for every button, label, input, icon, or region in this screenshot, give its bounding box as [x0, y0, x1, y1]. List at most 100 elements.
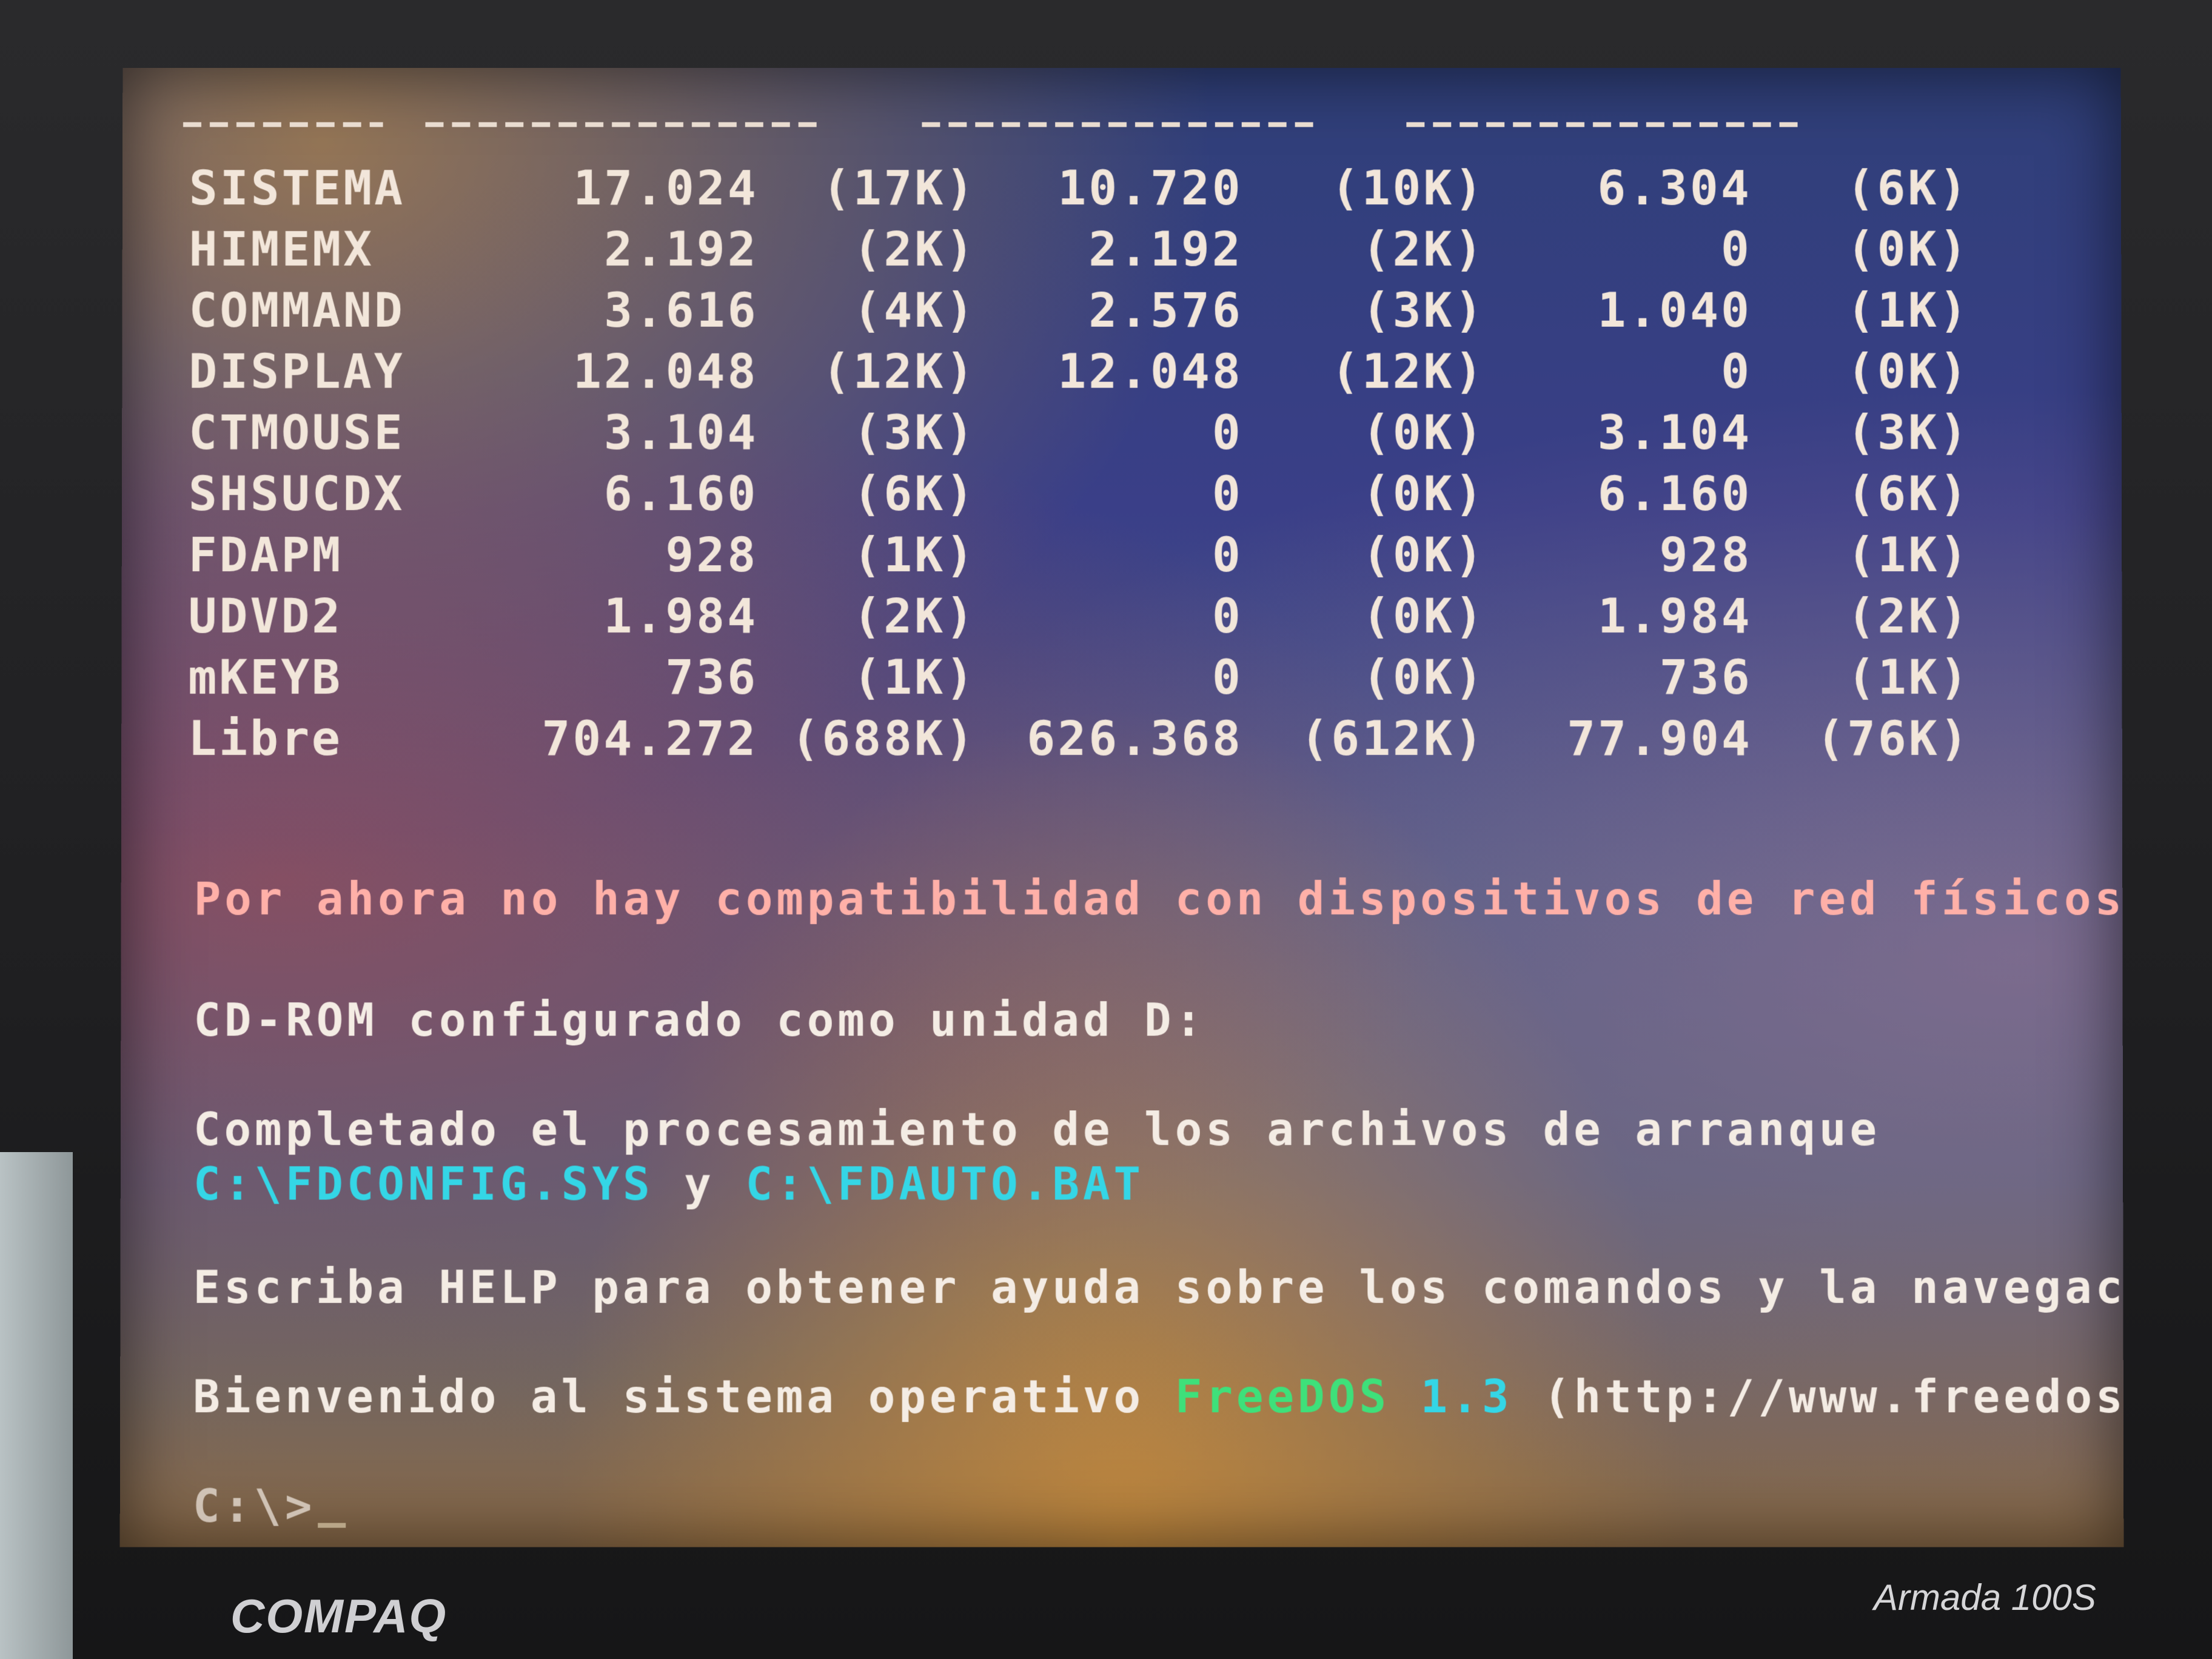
config-file-path: C:\FDCONFIG.SYS [193, 1158, 654, 1211]
memory-value-total-k: (12K) [822, 344, 977, 400]
memory-value-total: 3.104 [603, 406, 759, 461]
program-name: mKEYB [188, 651, 343, 706]
dos-terminal: SISTEMA 17.024 (17K) 10.720 (10K) 6.304 (6K) HI… [120, 68, 2124, 1547]
table-separator [1406, 122, 1806, 127]
memory-value-total-k: (4K) [853, 283, 977, 338]
memory-value-conv: 12.048 [1057, 344, 1243, 400]
memory-value-conv-k: (612K) [1300, 712, 1486, 767]
table-row: Libre 704.272 (688K) 626.368 (612K) 77.904 (76… [121, 712, 2122, 773]
auto-file-path: C:\FDAUTO.BAT [745, 1158, 1145, 1211]
table-row: mKEYB 736 (1K) 0 (0K) 736 (1K) [121, 651, 2122, 711]
memory-value-conv: 2.576 [1088, 283, 1243, 338]
program-name: COMMAND [189, 283, 405, 338]
memory-value-total-k: (1K) [853, 528, 977, 583]
memory-value-total-k: (2K) [853, 223, 977, 277]
memory-value-total: 6.160 [603, 467, 759, 522]
memory-value-total: 12.048 [572, 344, 759, 400]
text-cursor [318, 1523, 346, 1528]
welcome-prefix: Bienvenido al sistema operativo [193, 1370, 1175, 1424]
table-separator [183, 122, 383, 127]
memory-value-total-k: (6K) [853, 467, 977, 522]
memory-value-upper-k: (1K) [1846, 283, 1970, 338]
memory-value-conv: 0 [1212, 589, 1243, 645]
model-label: Armada 100S [1874, 1577, 2096, 1618]
freedos-version: 1.3 [1390, 1370, 1513, 1424]
table-row: FDAPM 928 (1K) 0 (0K) 928 (1K) [122, 528, 2122, 589]
memory-value-total-k: (1K) [853, 651, 977, 706]
memory-value-upper: 3.104 [1597, 406, 1752, 461]
table-separator [425, 122, 825, 127]
memory-value-upper-k: (1K) [1846, 651, 1971, 706]
program-name: UDVD2 [188, 589, 343, 645]
memory-value-upper-k: (1K) [1846, 528, 1971, 583]
memory-value-conv-k: (10K) [1330, 161, 1486, 216]
table-row: HIMEMX 2.192 (2K) 2.192 (2K) 0 (0K) [122, 223, 2122, 283]
program-name: Libre [188, 712, 343, 767]
memory-value-total: 3.616 [603, 283, 759, 338]
table-row: UDVD2 1.984 (2K) 0 (0K) 1.984 (2K) [121, 589, 2122, 650]
memory-value-upper: 1.040 [1597, 283, 1752, 338]
memory-value-upper: 736 [1659, 651, 1752, 706]
memory-value-total-k: (688K) [791, 712, 977, 767]
memory-value-upper: 0 [1720, 223, 1752, 277]
command-prompt[interactable]: C:\> [192, 1480, 346, 1533]
memory-value-upper-k: (2K) [1846, 589, 1971, 645]
memory-value-total-k: (2K) [853, 589, 977, 645]
memory-value-upper: 6.304 [1597, 161, 1752, 216]
config-files-line: C:\FDCONFIG.SYS y C:\FDAUTO.BAT [193, 1158, 1144, 1210]
memory-value-conv: 0 [1212, 406, 1243, 461]
program-name: SISTEMA [189, 161, 406, 216]
memory-value-conv: 0 [1212, 528, 1243, 583]
memory-value-upper: 928 [1659, 528, 1752, 583]
freedos-url: (http://www.freedos.org) [1543, 1370, 2124, 1424]
network-message: Por ahora no hay compatibilidad con disp… [193, 873, 2124, 926]
table-row: COMMAND 3.616 (4K) 2.576 (3K) 1.040 (1K) [122, 284, 2121, 344]
cdrom-message: CD-ROM configurado como unidad D: [193, 994, 1206, 1047]
memory-value-total: 1.984 [603, 589, 759, 645]
program-name: CTMOUSE [189, 406, 405, 461]
program-name: HIMEMX [189, 223, 375, 277]
memory-value-conv-k: (2K) [1361, 223, 1486, 277]
memory-value-conv-k: (0K) [1361, 406, 1486, 461]
program-name: FDAPM [188, 528, 343, 583]
table-row: CTMOUSE 3.104 (3K) 0 (0K) 3.104 (3K) [122, 406, 2122, 467]
memory-value-conv: 0 [1212, 467, 1243, 522]
memory-value-upper-k: (6K) [1846, 467, 1971, 522]
memory-value-conv: 10.720 [1057, 161, 1243, 216]
memory-value-upper: 1.984 [1597, 589, 1752, 645]
memory-value-total: 736 [665, 651, 759, 706]
memory-value-conv-k: (3K) [1361, 283, 1486, 338]
compaq-logo: COMPAQ [230, 1589, 447, 1643]
table-row: SHSUCDX 6.160 (6K) 0 (0K) 6.160 (6K) [122, 467, 2122, 528]
memory-value-upper: 6.160 [1597, 467, 1752, 522]
crt-screen: SISTEMA 17.024 (17K) 10.720 (10K) 6.304 (6K) HI… [119, 67, 2124, 1547]
memory-value-conv-k: (0K) [1362, 651, 1486, 706]
memory-value-total: 704.272 [541, 712, 759, 767]
table-row: DISPLAY 12.048 (12K) 12.048 (12K) 0 (0K) [122, 345, 2121, 406]
memory-value-upper: 0 [1721, 344, 1752, 400]
memory-value-total-k: (3K) [853, 406, 977, 461]
memory-value-upper-k: (76K) [1815, 712, 1971, 767]
memory-value-upper-k: (6K) [1846, 161, 1970, 216]
memory-value-upper-k: (0K) [1846, 344, 1970, 400]
table-separator [922, 122, 1322, 127]
memory-value-total: 17.024 [573, 161, 759, 216]
freedos-name: FreeDOS [1175, 1370, 1390, 1424]
background-wall [0, 1152, 73, 1659]
memory-value-upper-k: (0K) [1846, 223, 1970, 277]
memory-value-total: 928 [665, 528, 759, 583]
memory-value-total-k: (17K) [822, 161, 977, 216]
memory-value-upper: 77.904 [1567, 712, 1752, 767]
memory-value-conv-k: (12K) [1330, 344, 1486, 400]
help-message: Escriba HELP para obtener ayuda sobre lo… [193, 1261, 2124, 1314]
table-row: SISTEMA 17.024 (17K) 10.720 (10K) 6.304 (6K) [122, 161, 2121, 222]
and-text: y [653, 1158, 746, 1211]
memory-value-total: 2.192 [604, 223, 759, 277]
boot-done-message: Completado el procesamiento de los archi… [193, 1104, 1881, 1156]
memory-value-conv: 0 [1212, 651, 1243, 706]
memory-value-conv-k: (0K) [1361, 589, 1486, 645]
memory-value-conv-k: (0K) [1361, 467, 1486, 522]
memory-value-conv: 2.192 [1088, 223, 1243, 277]
memory-value-conv-k: (0K) [1361, 528, 1486, 583]
prompt-text: C:\> [192, 1480, 316, 1533]
